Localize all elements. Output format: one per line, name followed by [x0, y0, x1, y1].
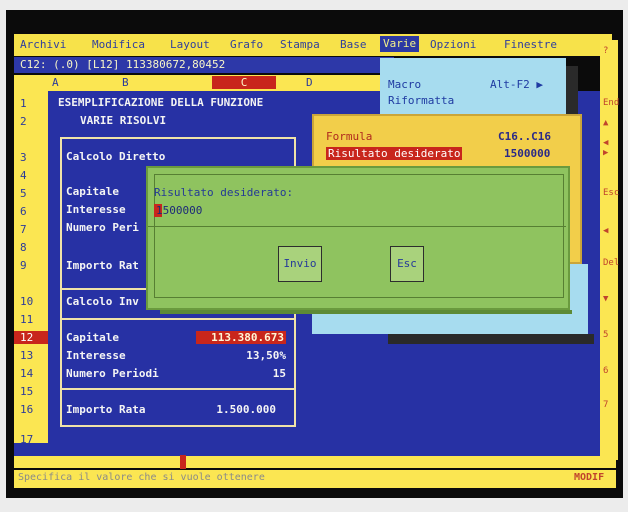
row-header[interactable]: 1 — [20, 97, 27, 110]
formula-label[interactable]: Formula — [326, 130, 372, 143]
window-shadow — [388, 334, 594, 344]
importo2-value[interactable]: 1.500.000 — [186, 403, 276, 416]
row-header[interactable]: 11 — [20, 313, 33, 326]
section-calcolo-diretto: Calcolo Diretto — [66, 150, 166, 163]
gutter-item[interactable]: Del — [603, 258, 619, 268]
gutter-item[interactable]: 7 — [603, 400, 608, 410]
gutter-item[interactable]: 6 — [603, 366, 608, 376]
horizontal-scrollbar[interactable] — [14, 456, 616, 468]
row-header[interactable]: 7 — [20, 223, 27, 236]
menu-bar: Archivi Modifica Layout Grafo Stampa Bas… — [14, 34, 612, 56]
formula-value[interactable]: C16..C16 — [498, 130, 551, 143]
capitale-label[interactable]: Capitale — [66, 185, 119, 198]
menu-archivi[interactable]: Archivi — [20, 38, 66, 51]
row-headers: 1 2 3 4 5 6 7 8 9 10 11 12 13 14 15 16 1… — [14, 91, 48, 446]
dialog-shadow — [160, 310, 572, 314]
gutter-item[interactable]: 5 — [603, 330, 608, 340]
row-header[interactable]: 10 — [20, 295, 33, 308]
importo-rata-label[interactable]: Importo Rat — [66, 259, 139, 272]
gutter-item[interactable]: ▲ — [603, 118, 608, 128]
interesse-label[interactable]: Interesse — [66, 203, 126, 216]
gutter-item[interactable]: ▼ — [603, 294, 608, 304]
cell-reference-text: C12: (.0) [L12] 113380672,80452 — [20, 58, 226, 71]
interesse2-label[interactable]: Interesse — [66, 349, 126, 362]
menu-item-macro-shortcut: Alt-F2 ▶ — [490, 78, 543, 91]
row-header[interactable]: 2 — [20, 115, 27, 128]
row-header[interactable]: 14 — [20, 367, 33, 380]
row-header[interactable]: 6 — [20, 205, 27, 218]
result-value[interactable]: 1500000 — [504, 147, 550, 160]
row-header[interactable]: 9 — [20, 259, 27, 272]
row-header[interactable]: 15 — [20, 385, 33, 398]
row-header-current[interactable]: 12 — [14, 331, 48, 344]
cell-reference-bar: C12: (.0) [L12] 113380672,80452 — [14, 57, 394, 73]
panel-divider — [60, 388, 296, 390]
sheet-title-2: VARIE RISOLVI — [80, 114, 167, 127]
result-dialog: Risultato desiderato: 1500000 Invio Esc — [146, 166, 570, 310]
menu-item-riformatta[interactable]: Riformatta — [388, 94, 454, 107]
row-header[interactable]: 13 — [20, 349, 33, 362]
importo2-label[interactable]: Importo Rata — [66, 403, 145, 416]
numero2-label[interactable]: Numero Periodi — [66, 367, 159, 380]
menu-item-macro[interactable]: Macro — [388, 78, 421, 91]
panel-divider — [60, 318, 296, 320]
gutter-item[interactable]: ? — [603, 46, 608, 56]
menu-opzioni[interactable]: Opzioni — [430, 38, 476, 51]
section-calcolo-inverso: Calcolo Inv — [66, 295, 139, 308]
gutter-item[interactable]: End — [603, 98, 619, 108]
numero-periodi-label[interactable]: Numero Peri — [66, 221, 139, 234]
scroll-thumb[interactable] — [180, 455, 186, 469]
menu-finestre[interactable]: Finestre — [504, 38, 557, 51]
interesse2-value[interactable]: 13,50% — [196, 349, 286, 362]
result-label-selected[interactable]: Risultato desiderato — [326, 147, 463, 160]
gutter-item[interactable]: Esc — [603, 188, 619, 198]
row-header[interactable]: 3 — [20, 151, 27, 164]
row-header[interactable]: 8 — [20, 241, 27, 254]
column-header-d[interactable]: D — [306, 76, 313, 89]
menu-stampa[interactable]: Stampa — [280, 38, 320, 51]
row-header[interactable]: 5 — [20, 187, 27, 200]
esc-button[interactable]: Esc — [390, 246, 424, 282]
dialog-title: Risultato desiderato: — [154, 186, 294, 199]
right-gutter: ? End ▲ ◀ ▶ Esc ◀ Del ▼ 5 6 7 — [600, 40, 619, 460]
column-headers: A B C D — [14, 75, 394, 91]
gutter-item[interactable]: ◀ — [603, 226, 608, 236]
menu-varie[interactable]: Varie — [380, 36, 420, 52]
capitale2-label[interactable]: Capitale — [66, 331, 119, 344]
capitale2-value-selected-cell[interactable]: 113.380.673 — [196, 331, 286, 344]
status-message: Specifica il valore che si vuole ottener… — [18, 472, 265, 483]
invio-button[interactable]: Invio — [278, 246, 322, 282]
menu-base[interactable]: Base — [340, 38, 367, 51]
sheet-title-1: ESEMPLIFICAZIONE DELLA FUNZIONE — [58, 96, 264, 109]
status-bar: Specifica il valore che si vuole ottener… — [14, 470, 616, 488]
menu-grafo[interactable]: Grafo — [230, 38, 263, 51]
gutter-item[interactable]: ◀ ▶ — [603, 138, 618, 158]
menu-layout[interactable]: Layout — [170, 38, 210, 51]
numero2-value[interactable]: 15 — [196, 367, 286, 380]
dialog-input[interactable]: 1500000 — [156, 204, 202, 217]
dialog-separator — [148, 226, 566, 227]
row-header[interactable]: 4 — [20, 169, 27, 182]
column-header-a[interactable]: A — [52, 76, 59, 89]
row-header[interactable]: 16 — [20, 403, 33, 416]
status-mode: MODIF — [574, 472, 605, 483]
menu-modifica[interactable]: Modifica — [92, 38, 145, 51]
column-header-b[interactable]: B — [122, 76, 129, 89]
column-header-c[interactable]: C — [212, 76, 276, 89]
